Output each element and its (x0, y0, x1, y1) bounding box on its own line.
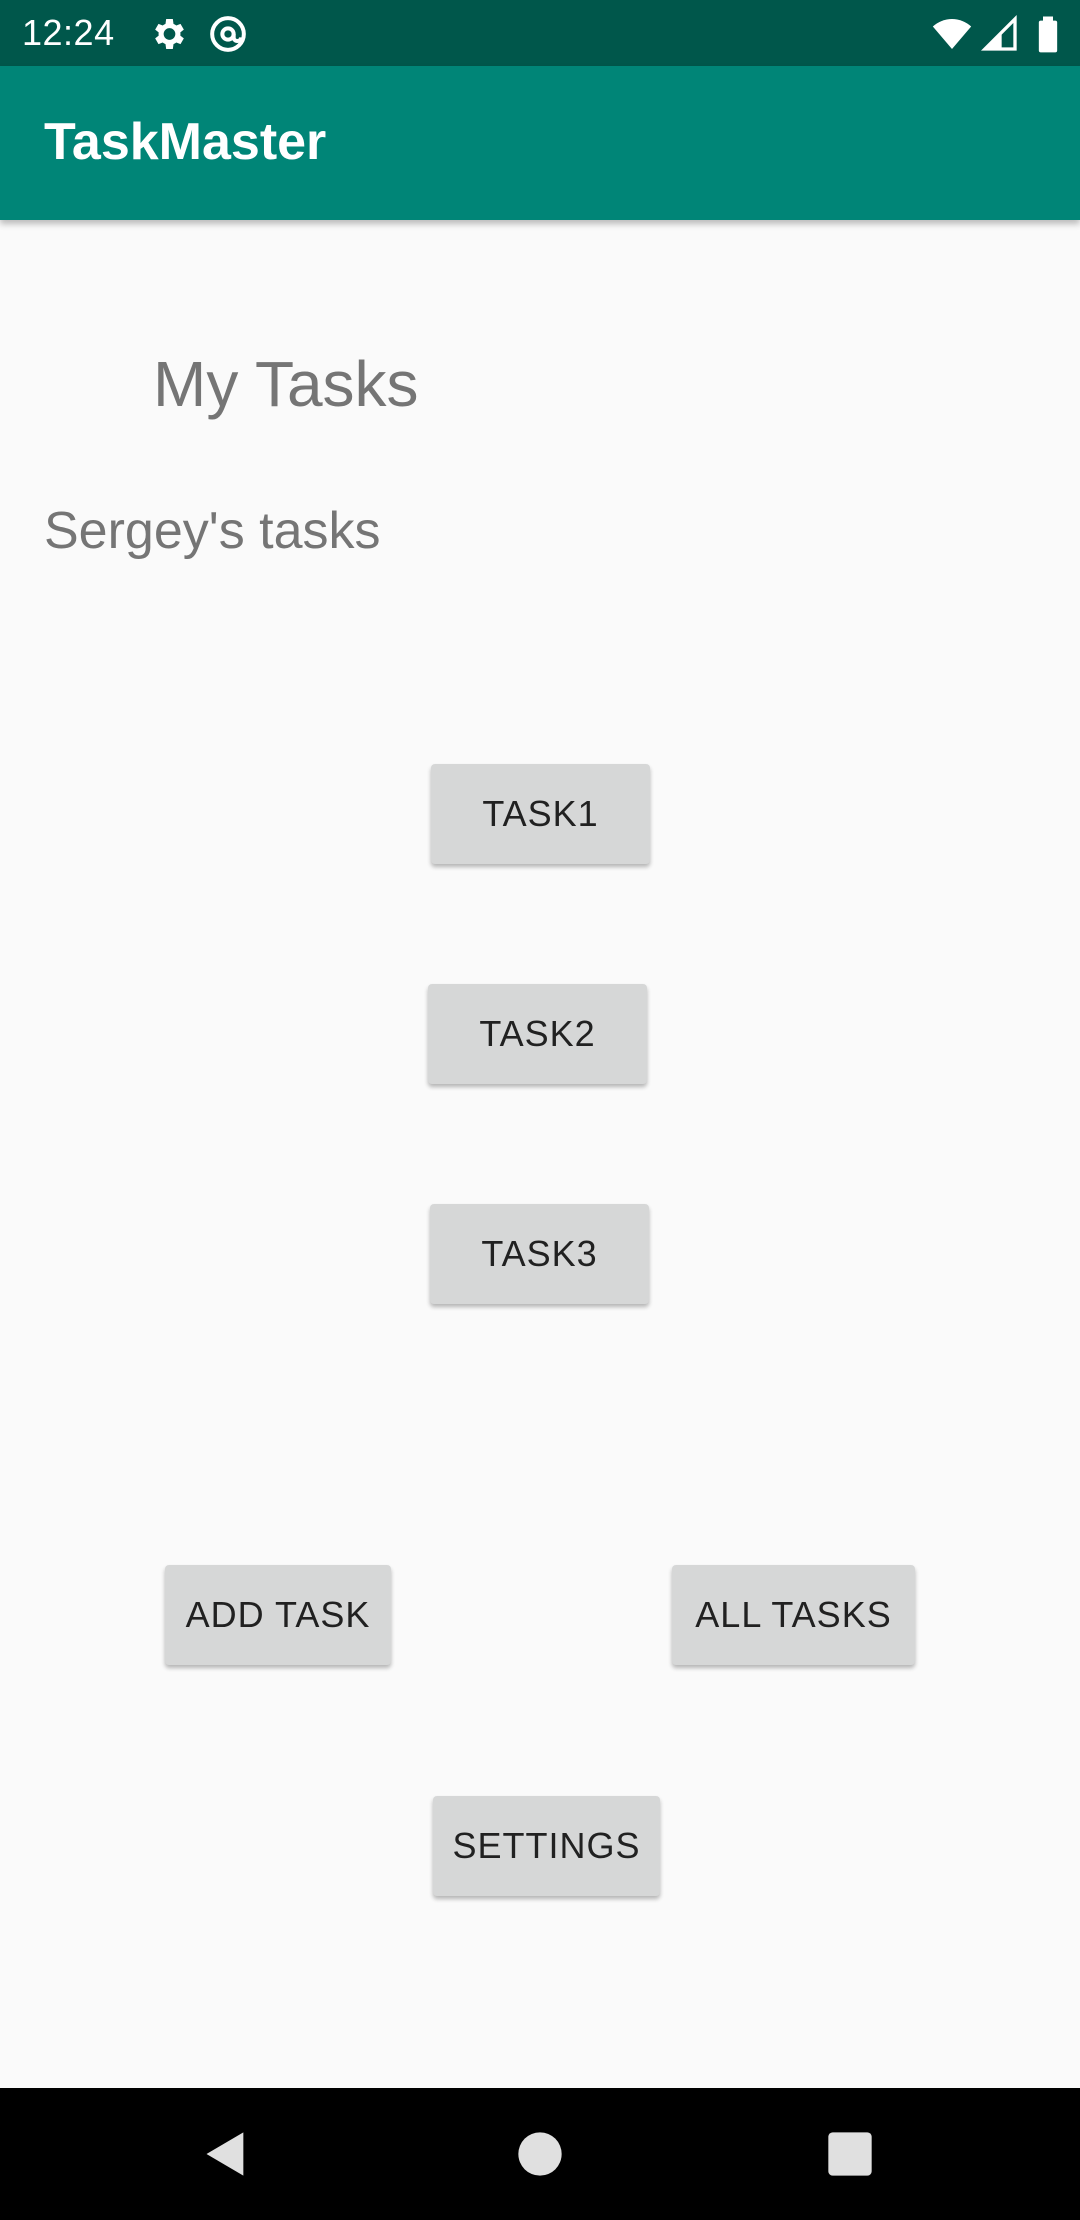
task3-button[interactable]: TASK3 (430, 1204, 649, 1304)
at-sign-icon (208, 14, 248, 54)
gear-icon (148, 14, 188, 54)
signal-icon (980, 14, 1020, 54)
back-icon[interactable] (200, 2128, 252, 2180)
navigation-bar (0, 2088, 1080, 2220)
task2-button[interactable]: TASK2 (428, 984, 647, 1084)
subtitle: Sergey's tasks (44, 502, 381, 560)
recents-icon[interactable] (824, 2128, 876, 2180)
all-tasks-button[interactable]: ALL TASKS (672, 1565, 915, 1665)
settings-button[interactable]: SETTINGS (433, 1796, 660, 1896)
page-title: My Tasks (153, 348, 419, 420)
battery-icon (1028, 14, 1068, 54)
home-icon[interactable] (514, 2128, 566, 2180)
wifi-icon (932, 14, 972, 54)
app-title: TaskMaster (44, 113, 327, 171)
task1-button[interactable]: TASK1 (431, 764, 650, 864)
status-time: 12:24 (22, 12, 115, 53)
app-bar: TaskMaster (0, 66, 1080, 220)
status-bar: 12:24 (0, 0, 1080, 66)
add-task-button[interactable]: ADD TASK (165, 1565, 391, 1665)
